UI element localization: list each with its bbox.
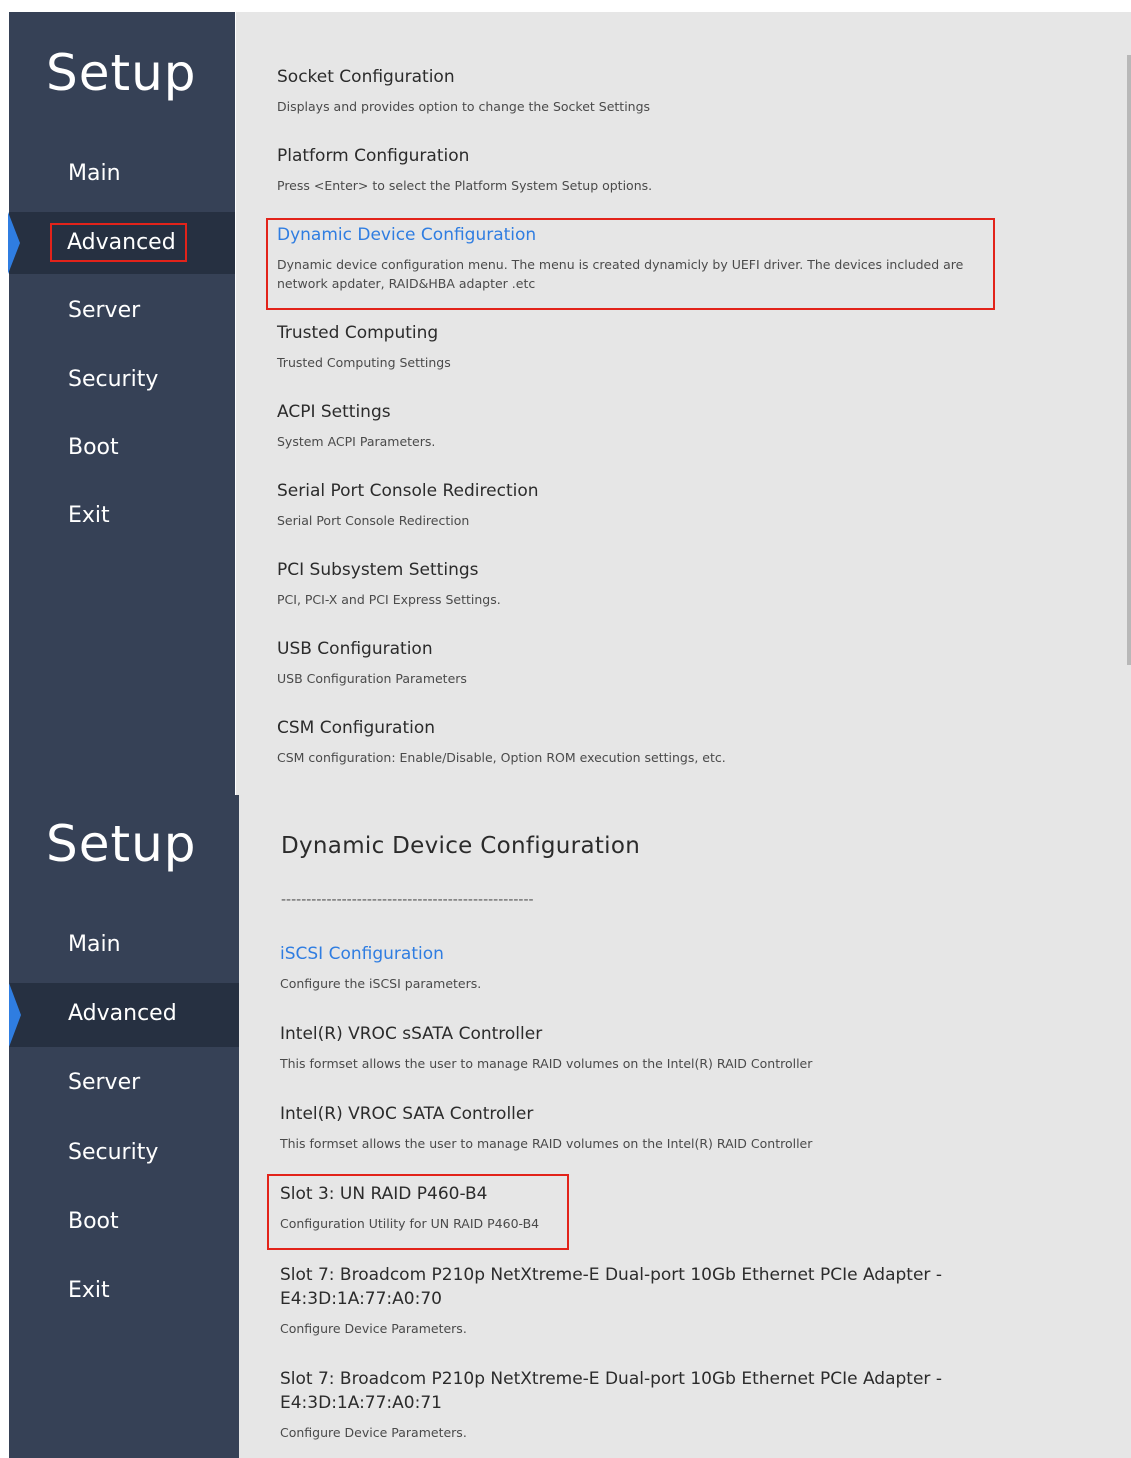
nav-main[interactable]: Main: [9, 143, 235, 205]
nav-boot[interactable]: Boot: [9, 417, 235, 479]
menu-item-pci-subsystem-settings[interactable]: PCI Subsystem Settings PCI, PCI-X and PC…: [277, 558, 989, 609]
nav-server[interactable]: Server: [9, 280, 235, 342]
menu-item-slot7-broadcom-71[interactable]: Slot 7: Broadcom P210p NetXtreme-E Dual-…: [280, 1367, 992, 1442]
nav-security[interactable]: Security: [9, 349, 235, 411]
nav-exit[interactable]: Exit: [9, 1260, 239, 1322]
nav-label: Security: [68, 1140, 159, 1165]
menu-item-title: CSM Configuration: [277, 718, 436, 738]
menu-item-socket-configuration[interactable]: Socket Configuration Displays and provid…: [277, 65, 989, 116]
active-marker-icon: [9, 983, 21, 1047]
nav-label: Advanced: [50, 223, 187, 262]
menu-item-title: ACPI Settings: [277, 402, 391, 422]
nav-label: Boot: [68, 1209, 119, 1234]
menu-item-title: iSCSI Configuration: [280, 944, 444, 964]
active-marker-icon: [8, 212, 20, 274]
menu-item-description: Trusted Computing Settings: [277, 355, 451, 370]
setup-title: Setup: [46, 815, 197, 873]
menu-item-slot7-broadcom-70[interactable]: Slot 7: Broadcom P210p NetXtreme-E Dual-…: [280, 1263, 992, 1338]
menu-content: Socket Configuration Displays and provid…: [236, 12, 1131, 795]
menu-item-description: Serial Port Console Redirection: [277, 513, 470, 528]
menu-item-iscsi-configuration[interactable]: iSCSI Configuration Configure the iSCSI …: [280, 942, 992, 993]
menu-item-usb-configuration[interactable]: USB Configuration USB Configuration Para…: [277, 637, 989, 688]
nav-label: Main: [68, 932, 121, 957]
menu-content: Dynamic Device Configuration -----------…: [239, 795, 1131, 1458]
menu-item-description: This formset allows the user to manage R…: [280, 1056, 813, 1071]
menu-item-title: PCI Subsystem Settings: [277, 560, 479, 580]
menu-item-dynamic-device-configuration[interactable]: Dynamic Device Configuration Dynamic dev…: [277, 223, 989, 293]
menu-item-description: Configuration Utility for UN RAID P460-B…: [280, 1216, 540, 1231]
menu-item-description: System ACPI Parameters.: [277, 434, 436, 449]
menu-item-title: Intel(R) VROC SATA Controller: [280, 1104, 534, 1124]
nav-server[interactable]: Server: [9, 1052, 239, 1114]
menu-item-trusted-computing[interactable]: Trusted Computing Trusted Computing Sett…: [277, 321, 989, 372]
menu-item-acpi-settings[interactable]: ACPI Settings System ACPI Parameters.: [277, 400, 989, 451]
menu-item-description: Configure Device Parameters.: [280, 1425, 467, 1440]
setup-title: Setup: [46, 44, 197, 102]
menu-item-description: CSM configuration: Enable/Disable, Optio…: [277, 750, 726, 765]
menu-item-slot3-raid[interactable]: Slot 3: UN RAID P460-B4 Configuration Ut…: [280, 1182, 992, 1233]
nav-boot[interactable]: Boot: [9, 1191, 239, 1253]
nav-label: Exit: [68, 503, 110, 528]
nav-advanced[interactable]: Advanced: [9, 983, 239, 1047]
menu-item-title: Socket Configuration: [277, 67, 455, 87]
menu-item-title: Dynamic Device Configuration: [277, 225, 537, 245]
menu-item-description: PCI, PCI-X and PCI Express Settings.: [277, 592, 501, 607]
menu-item-description: Dynamic device configuration menu. The m…: [277, 257, 964, 291]
nav-security[interactable]: Security: [9, 1122, 239, 1184]
menu-item-serial-port-console-redirection[interactable]: Serial Port Console Redirection Serial P…: [277, 479, 989, 530]
menu-item-description: Displays and provides option to change t…: [277, 99, 651, 114]
scrollbar[interactable]: [1127, 55, 1131, 665]
nav-label: Advanced: [68, 1001, 177, 1026]
menu-item-title: Platform Configuration: [277, 146, 470, 166]
menu-item-title: Slot 7: Broadcom P210p NetXtreme-E Dual-…: [280, 1369, 942, 1413]
menu-item-title: Slot 7: Broadcom P210p NetXtreme-E Dual-…: [280, 1265, 942, 1309]
menu-item-description: This formset allows the user to manage R…: [280, 1136, 813, 1151]
menu-item-title: USB Configuration: [277, 639, 433, 659]
menu-item-vroc-ssata-controller[interactable]: Intel(R) VROC sSATA Controller This form…: [280, 1022, 992, 1073]
dynamic-device-configuration-screen: Setup Main Advanced Server Security Boot…: [0, 795, 1131, 1458]
sidebar: Setup Main Advanced Server Security Boot…: [8, 12, 235, 795]
menu-item-title: Serial Port Console Redirection: [277, 481, 539, 501]
nav-label: Server: [68, 1070, 141, 1095]
menu-item-title: Slot 3: UN RAID P460-B4: [280, 1184, 488, 1204]
sidebar: Setup Main Advanced Server Security Boot…: [9, 795, 239, 1458]
nav-exit[interactable]: Exit: [9, 485, 235, 547]
advanced-menu-screen: Setup Main Advanced Server Security Boot…: [0, 0, 1131, 795]
nav-label: Security: [68, 367, 159, 392]
menu-item-description: Configure Device Parameters.: [280, 1321, 467, 1336]
menu-item-title: Trusted Computing: [277, 323, 439, 343]
nav-label: Exit: [68, 1278, 110, 1303]
nav-advanced[interactable]: Advanced: [8, 212, 235, 274]
separator: ----------------------------------------…: [281, 892, 534, 908]
nav-label: Boot: [68, 435, 119, 460]
nav-label: Main: [68, 161, 121, 186]
menu-item-description: Press <Enter> to select the Platform Sys…: [277, 178, 653, 193]
nav-label: Server: [68, 298, 141, 323]
menu-item-description: Configure the iSCSI parameters.: [280, 976, 482, 991]
page-title: Dynamic Device Configuration: [281, 833, 641, 859]
menu-item-vroc-sata-controller[interactable]: Intel(R) VROC SATA Controller This forms…: [280, 1102, 992, 1153]
menu-item-description: USB Configuration Parameters: [277, 671, 467, 686]
menu-item-csm-configuration[interactable]: CSM Configuration CSM configuration: Ena…: [277, 716, 989, 767]
menu-item-title: Intel(R) VROC sSATA Controller: [280, 1024, 543, 1044]
nav-main[interactable]: Main: [9, 914, 239, 976]
menu-item-platform-configuration[interactable]: Platform Configuration Press <Enter> to …: [277, 144, 989, 195]
